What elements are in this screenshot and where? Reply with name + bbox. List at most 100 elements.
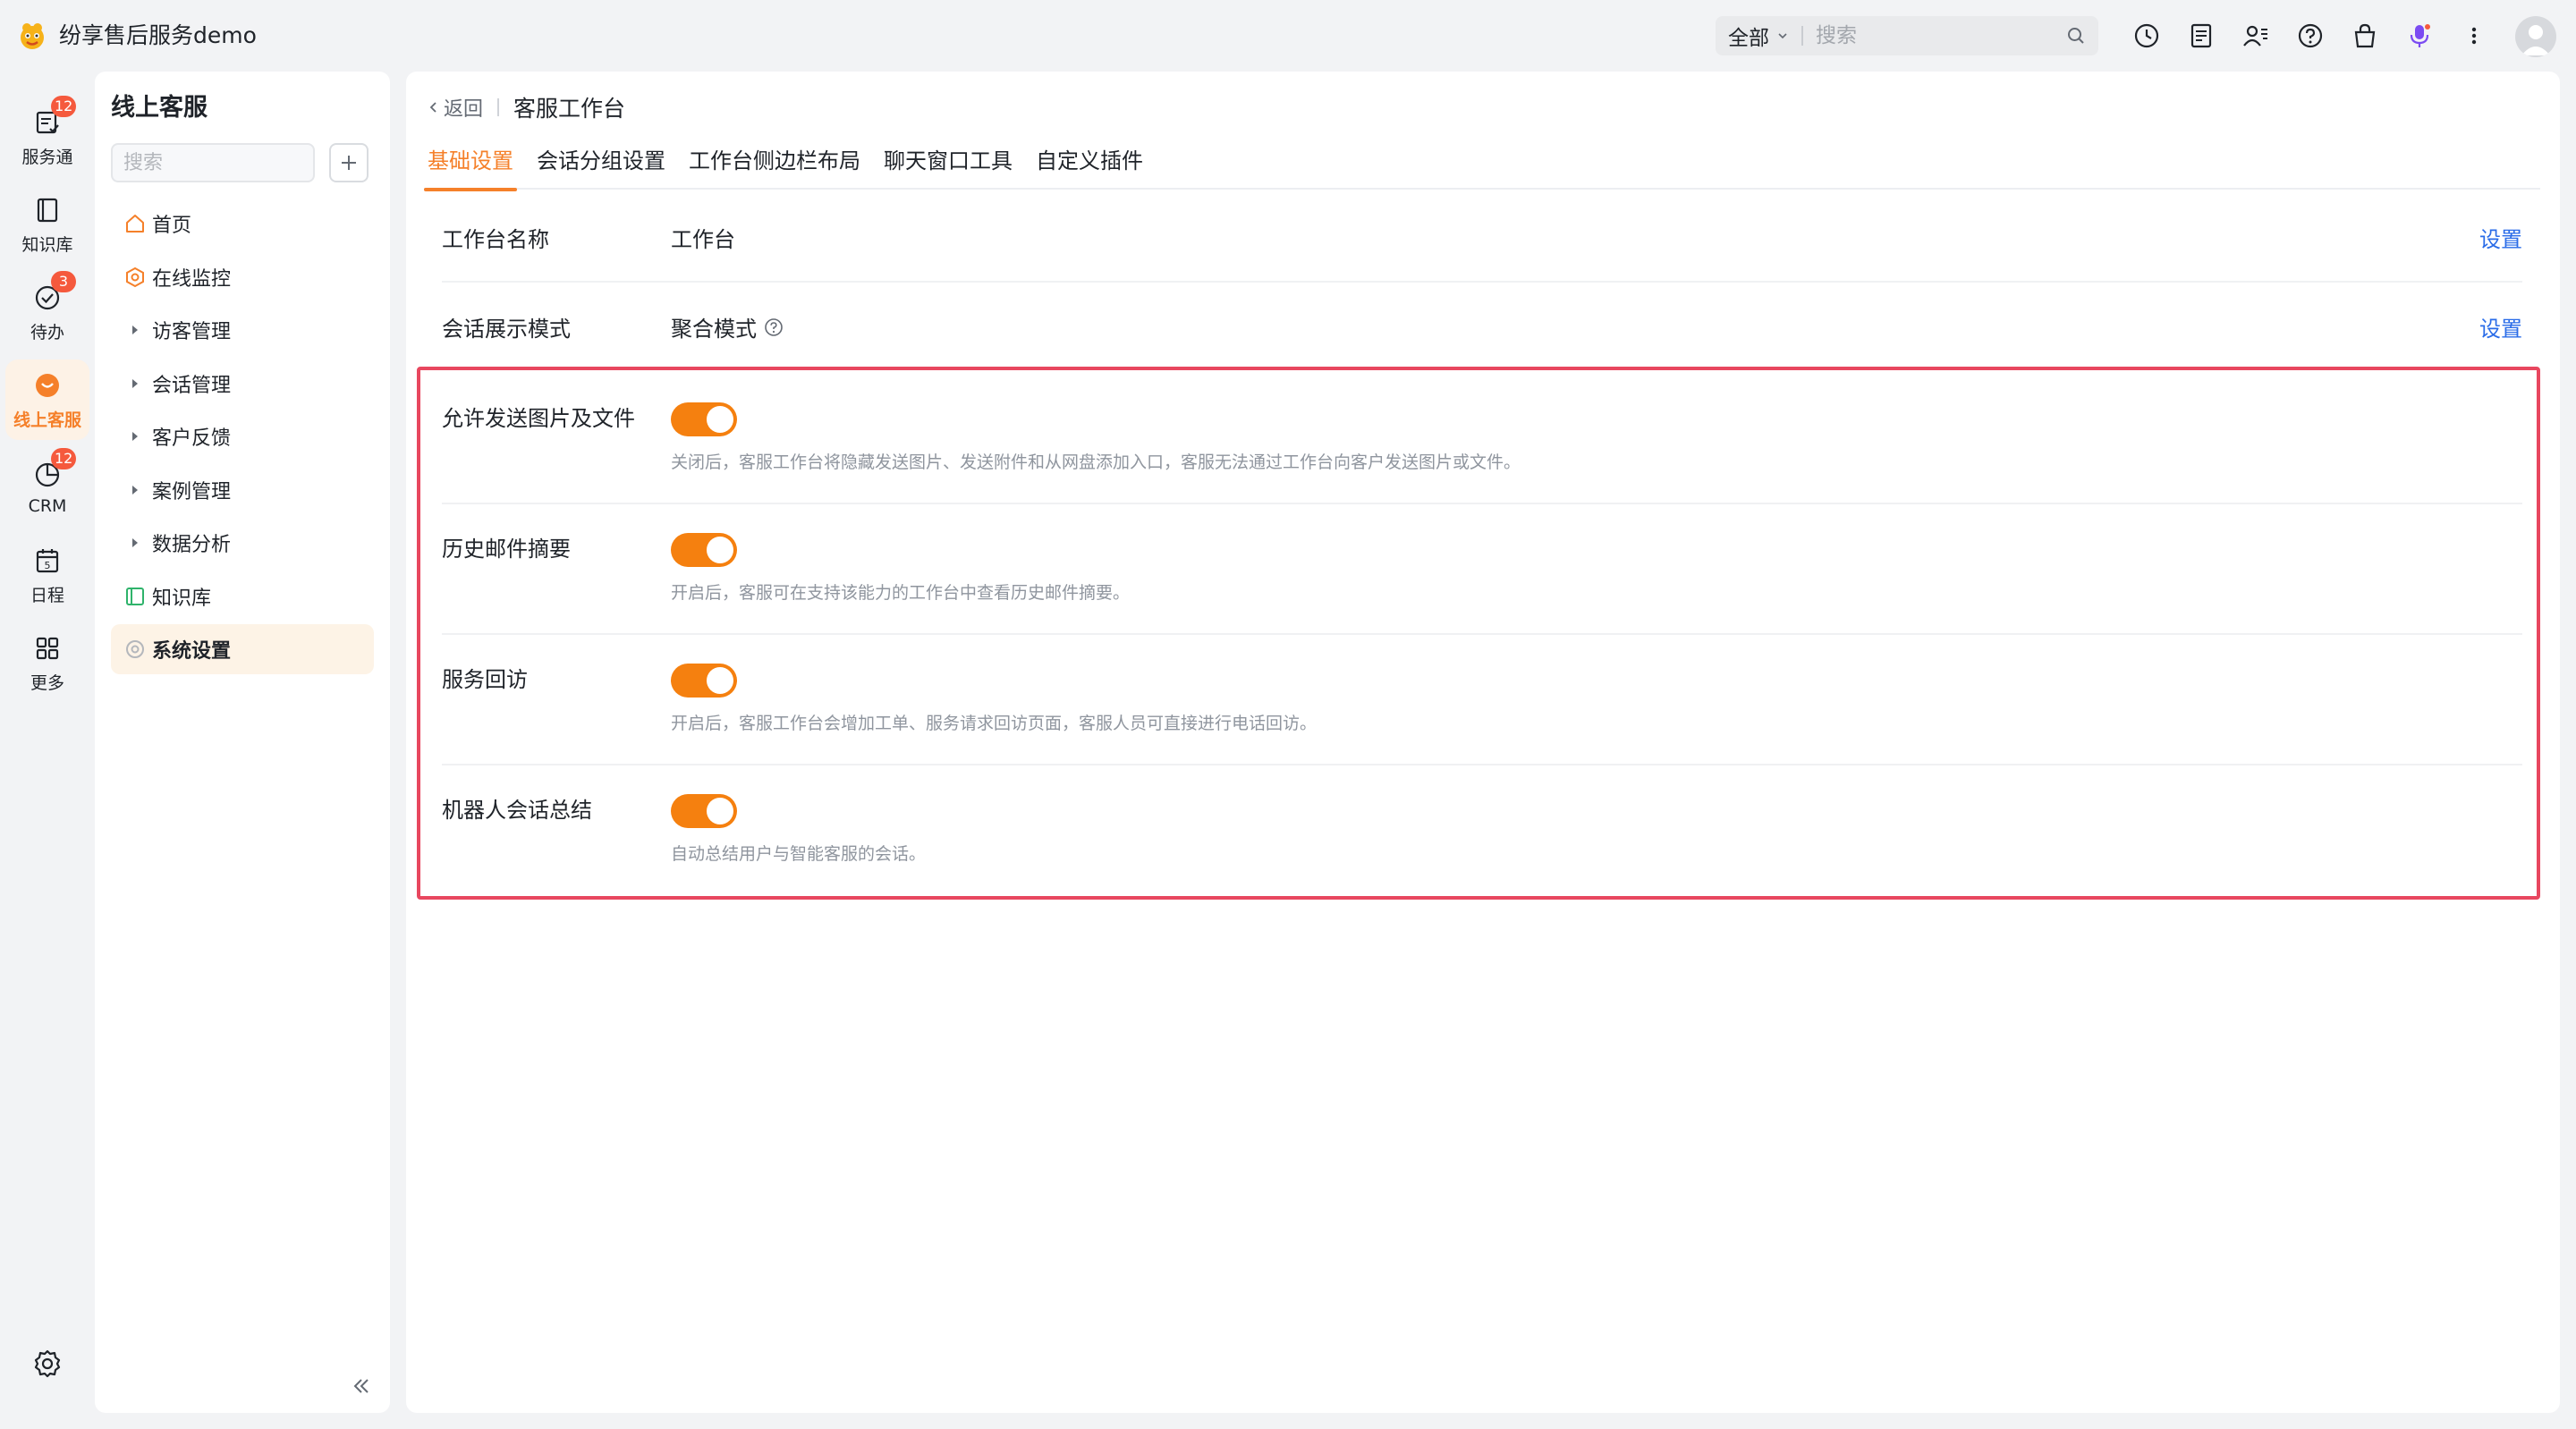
help-icon[interactable] xyxy=(2292,18,2328,54)
send-files-toggle[interactable] xyxy=(671,402,737,436)
chevron-left-icon xyxy=(429,102,436,113)
badge-count: 12 xyxy=(51,95,77,117)
setting-row-display-mode: 会话展示模式 聚合模式 设置 xyxy=(442,283,2522,374)
add-button[interactable] xyxy=(329,143,369,182)
badge-count: 12 xyxy=(51,448,77,469)
page-title: 客服工作台 xyxy=(513,96,626,122)
chevron-down-icon xyxy=(1778,33,1787,39)
crm-icon: 12 xyxy=(31,448,77,491)
more-vertical-icon[interactable] xyxy=(2456,18,2492,54)
setting-label: 机器人会话总结 xyxy=(442,798,592,823)
setting-description: 关闭后，客服工作台将隐藏发送图片、发送附件和从网盘添加入口，客服无法通过工作台向… xyxy=(671,452,1521,472)
rail-label: 日程 xyxy=(30,585,64,605)
global-search: 全部 xyxy=(1716,16,2098,55)
setting-label: 会话展示模式 xyxy=(442,317,571,342)
calendar-icon: 5 xyxy=(31,545,64,577)
caret-right-icon xyxy=(123,318,147,342)
sidebar-item-knowledge[interactable]: 知识库 xyxy=(111,571,374,621)
sidebar-item-analytics[interactable]: 数据分析 xyxy=(111,518,374,568)
sidebar-item-label: 知识库 xyxy=(152,587,212,610)
bag-icon[interactable] xyxy=(2347,18,2383,54)
toggle-row-bot-summary: 机器人会话总结 自动总结用户与智能客服的会话。 xyxy=(442,765,2522,896)
plus-icon xyxy=(342,156,356,170)
user-avatar[interactable] xyxy=(2515,16,2556,57)
caret-right-icon xyxy=(123,372,147,395)
tab-basic-settings[interactable]: 基础设置 xyxy=(424,140,517,191)
setting-label: 服务回访 xyxy=(442,667,528,692)
rail-item-crm[interactable]: 12 CRM xyxy=(5,447,89,528)
sidebar-item-home[interactable]: 首页 xyxy=(111,199,374,249)
setting-description: 开启后，客服工作台会增加工单、服务请求回访页面，客服人员可直接进行电话回访。 xyxy=(671,714,1318,733)
sidebar-item-label: 会话管理 xyxy=(152,374,232,397)
breadcrumb: 返回 客服工作台 xyxy=(428,91,625,123)
rail-item-online-service[interactable]: 线上客服 xyxy=(5,359,89,440)
sidebar-nav: 首页 在线监控 访客管理 会话管理 客户反馈 案例管理 数据分析 知识库 系统设… xyxy=(111,199,374,678)
setting-label: 历史邮件摘要 xyxy=(442,537,571,562)
tab-session-groups[interactable]: 会话分组设置 xyxy=(533,140,669,190)
chat-icon xyxy=(31,369,64,402)
gear-icon[interactable] xyxy=(32,1349,63,1379)
rail-label: 待办 xyxy=(30,322,64,342)
set-workspace-name-link[interactable]: 设置 xyxy=(2479,222,2522,253)
tab-bar: 基础设置 会话分组设置 工作台侧边栏布局 聊天窗口工具 自定义插件 xyxy=(424,140,2540,191)
search-input[interactable] xyxy=(1816,24,2066,47)
sidebar-item-label: 在线监控 xyxy=(152,267,232,291)
rail-label: 更多 xyxy=(30,672,64,693)
collapse-sidebar-icon[interactable] xyxy=(349,1374,374,1399)
toggle-row-send-files: 允许发送图片及文件 关闭后，客服工作台将隐藏发送图片、发送附件和从网盘添加入口，… xyxy=(442,374,2522,504)
tab-sidebar-layout[interactable]: 工作台侧边栏布局 xyxy=(685,140,864,190)
tab-chat-tools[interactable]: 聊天窗口工具 xyxy=(880,140,1016,190)
document-icon[interactable] xyxy=(2183,18,2219,54)
email-summary-toggle[interactable] xyxy=(671,533,737,567)
rail-item-calendar[interactable]: 5 日程 xyxy=(5,535,89,615)
mic-icon[interactable] xyxy=(2402,18,2437,54)
sidebar-item-settings[interactable]: 系统设置 xyxy=(111,624,374,674)
badge-count: 3 xyxy=(51,270,76,292)
setting-value: 聚合模式 xyxy=(671,311,784,342)
rail-label: 线上客服 xyxy=(13,410,81,430)
set-display-mode-link[interactable]: 设置 xyxy=(2479,311,2522,342)
back-link[interactable]: 返回 xyxy=(428,93,483,122)
toggle-row-service-revisit: 服务回访 开启后，客服工作台会增加工单、服务请求回访页面，客服人员可直接进行电话… xyxy=(442,635,2522,765)
setting-row-workspace-name: 工作台名称 工作台 设置 xyxy=(442,191,2522,283)
grid-icon xyxy=(31,632,64,664)
search-divider xyxy=(1801,26,1803,46)
search-icon[interactable] xyxy=(2066,26,2086,46)
caret-right-icon xyxy=(123,531,147,554)
module-sidebar: 线上客服 首页 在线监控 访客管理 会话管理 客户反馈 案例管理 xyxy=(95,72,390,1413)
sidebar-item-label: 案例管理 xyxy=(152,480,232,503)
sidebar-title: 线上客服 xyxy=(111,94,208,122)
rail-item-knowledge[interactable]: 知识库 xyxy=(5,184,89,265)
tab-custom-plugins[interactable]: 自定义插件 xyxy=(1032,140,1147,190)
rail-item-service[interactable]: 12 服务通 xyxy=(5,95,89,177)
app-title: 纷享售后服务demo xyxy=(59,22,257,48)
rail-label: CRM xyxy=(28,496,67,516)
bot-summary-toggle[interactable] xyxy=(671,794,737,828)
sidebar-item-cases[interactable]: 案例管理 xyxy=(111,465,374,515)
sidebar-item-label: 首页 xyxy=(152,215,192,237)
sidebar-search-input[interactable] xyxy=(111,143,315,182)
setting-description: 开启后，客服可在支持该能力的工作台中查看历史邮件摘要。 xyxy=(671,583,1131,603)
sidebar-item-monitor[interactable]: 在线监控 xyxy=(111,252,374,302)
search-scope-dropdown[interactable]: 全部 xyxy=(1716,21,1789,51)
knowledge-icon xyxy=(123,585,147,608)
rail-item-todo[interactable]: 3 待办 xyxy=(5,270,89,352)
app-logo-icon[interactable] xyxy=(16,20,48,52)
sidebar-item-sessions[interactable]: 会话管理 xyxy=(111,359,374,409)
contacts-icon[interactable] xyxy=(2238,18,2274,54)
back-label: 返回 xyxy=(444,98,484,121)
clock-icon[interactable] xyxy=(2129,18,2165,54)
rail-label: 服务通 xyxy=(21,147,73,167)
top-bar: 纷享售后服务demo 全部 xyxy=(0,0,2576,72)
setting-label: 工作台名称 xyxy=(442,227,549,252)
service-revisit-toggle[interactable] xyxy=(671,664,737,698)
rail-item-more[interactable]: 更多 xyxy=(5,622,89,703)
setting-value: 工作台 xyxy=(671,222,735,253)
setting-description: 自动总结用户与智能客服的会话。 xyxy=(671,844,927,864)
help-circle-icon[interactable] xyxy=(764,317,784,337)
top-toolbar xyxy=(2129,18,2511,54)
sidebar-item-visitors[interactable]: 访客管理 xyxy=(111,305,374,355)
home-icon xyxy=(123,212,147,235)
sidebar-item-feedback[interactable]: 客户反馈 xyxy=(111,411,374,461)
calendar-day: 5 xyxy=(45,560,51,571)
